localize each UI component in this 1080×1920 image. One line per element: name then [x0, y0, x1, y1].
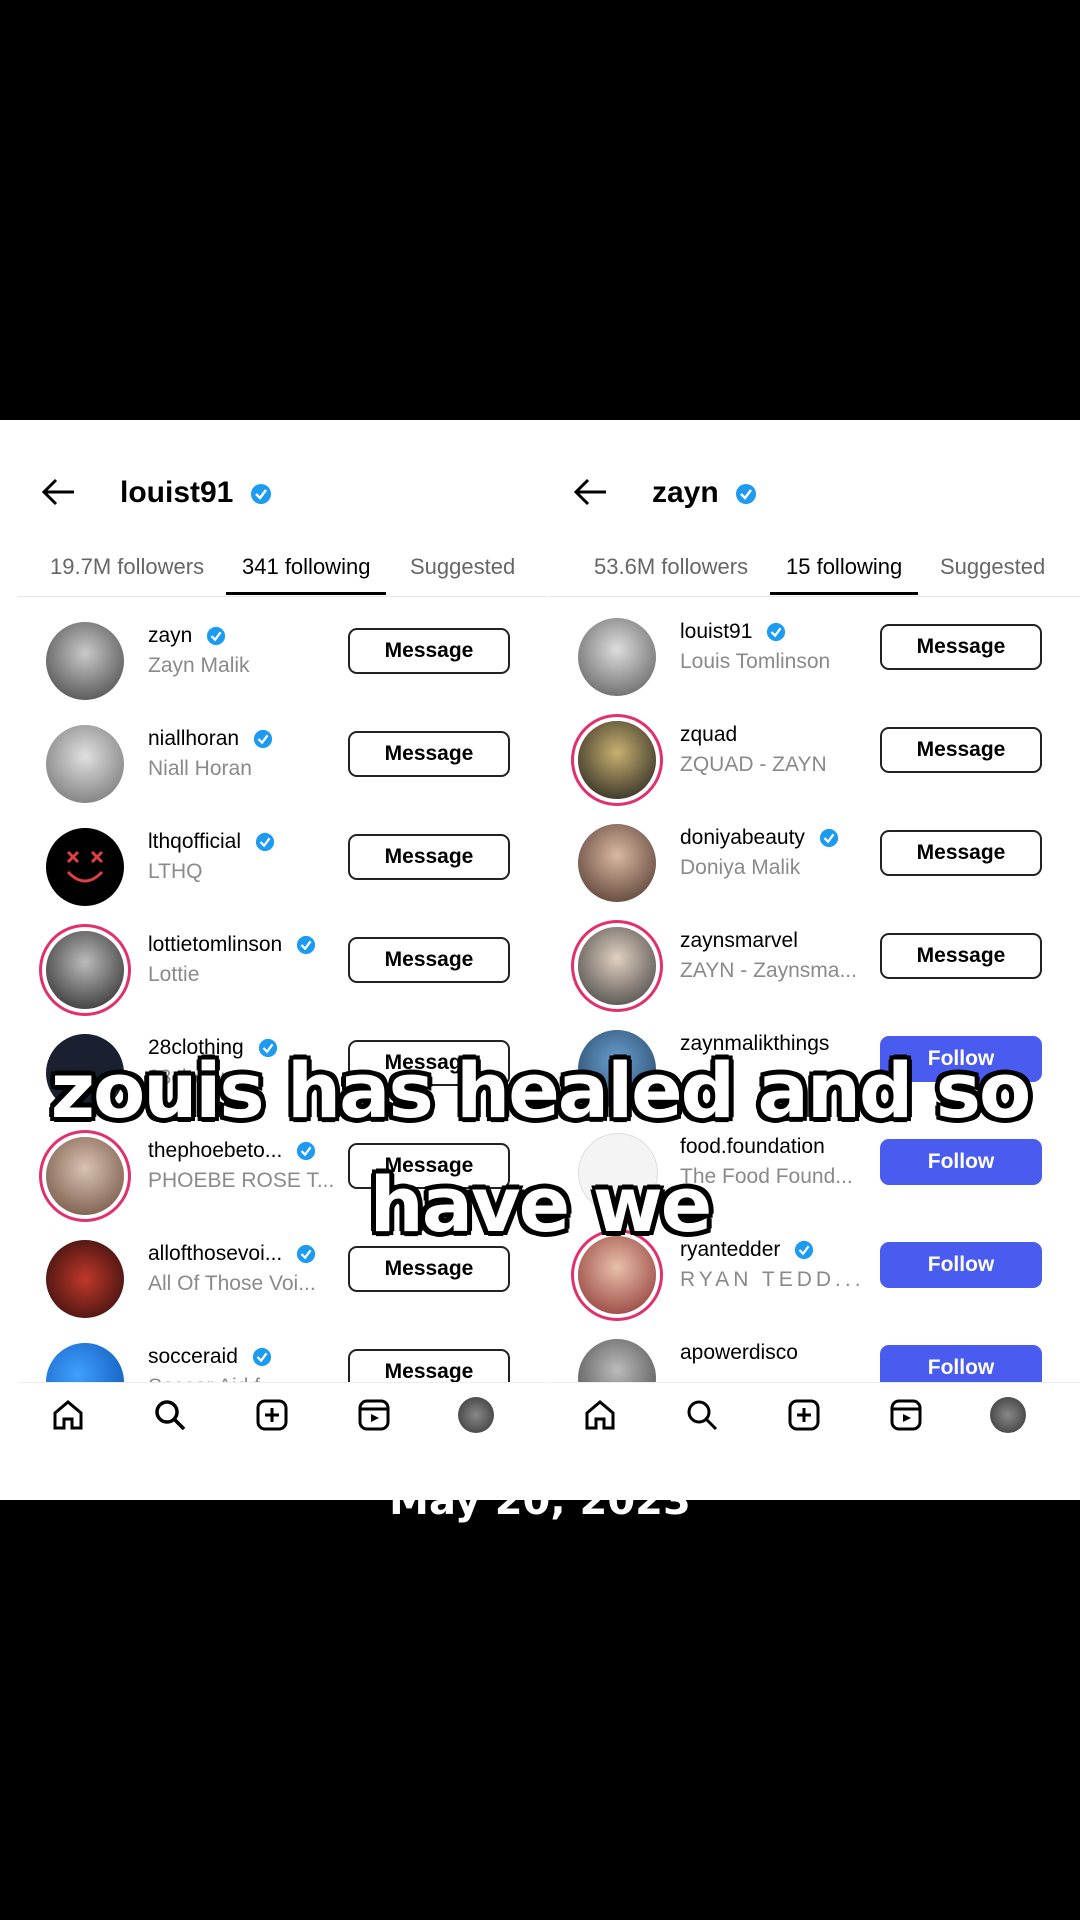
- list-item-name: Lottie: [148, 963, 200, 986]
- tab-followers[interactable]: 19.7M followers: [50, 554, 204, 580]
- list-item-name: Niall Horan: [148, 757, 252, 780]
- profile-title: louist91: [120, 476, 272, 510]
- message-button[interactable]: Message: [348, 731, 510, 777]
- tab-following[interactable]: 341 following: [225, 554, 387, 595]
- verified-badge-icon: [767, 623, 786, 642]
- list-item[interactable]: lottietomlinson Lottie Message: [18, 921, 548, 1023]
- list-item-name: LTHQ: [148, 860, 203, 883]
- verified-badge-icon: [255, 833, 274, 852]
- zayn-following-screen: zayn 53.6M followers 15 following Sugges…: [550, 420, 1080, 1500]
- list-item[interactable]: lthqofficial LTHQ Message: [18, 818, 548, 920]
- new-post-icon[interactable]: [254, 1397, 290, 1433]
- tab-followers[interactable]: 53.6M followers: [594, 554, 748, 580]
- reels-icon[interactable]: [888, 1397, 924, 1433]
- list-item-name: ZQUAD - ZAYN: [680, 753, 827, 776]
- verified-badge-icon: [250, 484, 271, 505]
- list-item-username: food.foundation: [680, 1135, 825, 1158]
- profile-title: zayn: [652, 476, 757, 510]
- avatar[interactable]: [578, 721, 656, 799]
- profile-header: zayn: [550, 462, 1080, 522]
- message-button[interactable]: Message: [880, 624, 1042, 670]
- avatar[interactable]: [46, 725, 124, 803]
- list-item-name: ZAYN - Zaynsma...: [680, 959, 857, 982]
- avatar[interactable]: [46, 1240, 124, 1318]
- message-button[interactable]: Message: [348, 834, 510, 880]
- back-arrow-icon[interactable]: [38, 474, 78, 510]
- search-icon[interactable]: [684, 1397, 720, 1433]
- profile-username: louist91: [120, 476, 234, 509]
- tab-following[interactable]: 15 following: [769, 554, 919, 595]
- profile-username: zayn: [652, 476, 719, 509]
- avatar[interactable]: [46, 828, 124, 906]
- avatar[interactable]: [578, 824, 656, 902]
- list-item-username: niallhoran: [148, 727, 273, 751]
- list-item[interactable]: zquad ZQUAD - ZAYN Message: [550, 711, 1080, 813]
- list-item-name: All Of Those Voi...: [148, 1272, 316, 1295]
- message-button[interactable]: Message: [880, 933, 1042, 979]
- message-button[interactable]: Message: [348, 1246, 510, 1292]
- list-item-name: RYAN TEDD...: [680, 1268, 865, 1291]
- message-button[interactable]: Message: [348, 937, 510, 983]
- reels-icon[interactable]: [356, 1397, 392, 1433]
- bottom-nav: [550, 1382, 1080, 1453]
- tab-suggested[interactable]: Suggested: [410, 554, 515, 580]
- avatar[interactable]: [46, 622, 124, 700]
- avatar[interactable]: [578, 927, 656, 1005]
- caption-line-2: have we: [369, 1160, 713, 1249]
- follow-tabs: 19.7M followers 341 following Suggested: [18, 540, 548, 597]
- verified-badge-icon: [819, 829, 838, 848]
- caption-line-1: zouis has healed and so: [50, 1046, 1031, 1135]
- list-item[interactable]: zaynsmarvel ZAYN - Zaynsma... Message: [550, 917, 1080, 1019]
- list-item-name: Zayn Malik: [148, 654, 250, 677]
- follow-tabs: 53.6M followers 15 following Suggested: [550, 540, 1080, 597]
- list-item-username: doniyabeauty: [680, 826, 839, 850]
- profile-header: louist91: [18, 462, 548, 522]
- bottom-nav: [18, 1382, 548, 1453]
- message-button[interactable]: Message: [348, 628, 510, 674]
- back-arrow-icon[interactable]: [570, 474, 610, 510]
- list-item-username: lthqofficial: [148, 830, 275, 854]
- tab-suggested[interactable]: Suggested: [940, 554, 1045, 580]
- new-post-icon[interactable]: [786, 1397, 822, 1433]
- verified-badge-icon: [253, 730, 273, 749]
- smiley-x-eyes-icon: [66, 850, 104, 883]
- list-item-name: Doniya Malik: [680, 856, 801, 879]
- list-item-username: zaynsmarvel: [680, 929, 798, 952]
- list-item-username: lottietomlinson: [148, 933, 316, 957]
- avatar[interactable]: [46, 931, 124, 1009]
- home-icon[interactable]: [582, 1397, 618, 1433]
- profile-avatar-icon[interactable]: [990, 1397, 1026, 1433]
- message-button[interactable]: Message: [880, 727, 1042, 773]
- list-item-username: zayn: [148, 624, 226, 648]
- list-item[interactable]: niallhoran Niall Horan Message: [18, 715, 548, 817]
- list-item[interactable]: louist91 Louis Tomlinson Message: [550, 608, 1080, 710]
- verified-badge-icon: [736, 484, 757, 505]
- verified-badge-icon: [207, 627, 226, 646]
- date-caption: May 20, 2023: [389, 1478, 691, 1524]
- search-icon[interactable]: [152, 1397, 188, 1433]
- message-button[interactable]: Message: [880, 830, 1042, 876]
- verified-badge-icon: [296, 936, 316, 955]
- list-item[interactable]: zayn Zayn Malik Message: [18, 612, 548, 714]
- list-item-username: louist91: [680, 620, 786, 644]
- louist91-following-screen: louist91 19.7M followers 341 following S…: [18, 420, 548, 1500]
- avatar[interactable]: [578, 618, 656, 696]
- home-icon[interactable]: [50, 1397, 86, 1433]
- list-item-username: socceraid: [148, 1345, 272, 1369]
- list-item-name: Louis Tomlinson: [680, 650, 831, 673]
- profile-avatar-icon[interactable]: [458, 1397, 494, 1433]
- list-item-username: zquad: [680, 723, 738, 746]
- verified-badge-icon: [297, 1142, 316, 1161]
- verified-badge-icon: [252, 1348, 271, 1367]
- list-item[interactable]: doniyabeauty Doniya Malik Message: [550, 814, 1080, 916]
- list-item-username: apowerdisco: [680, 1341, 798, 1364]
